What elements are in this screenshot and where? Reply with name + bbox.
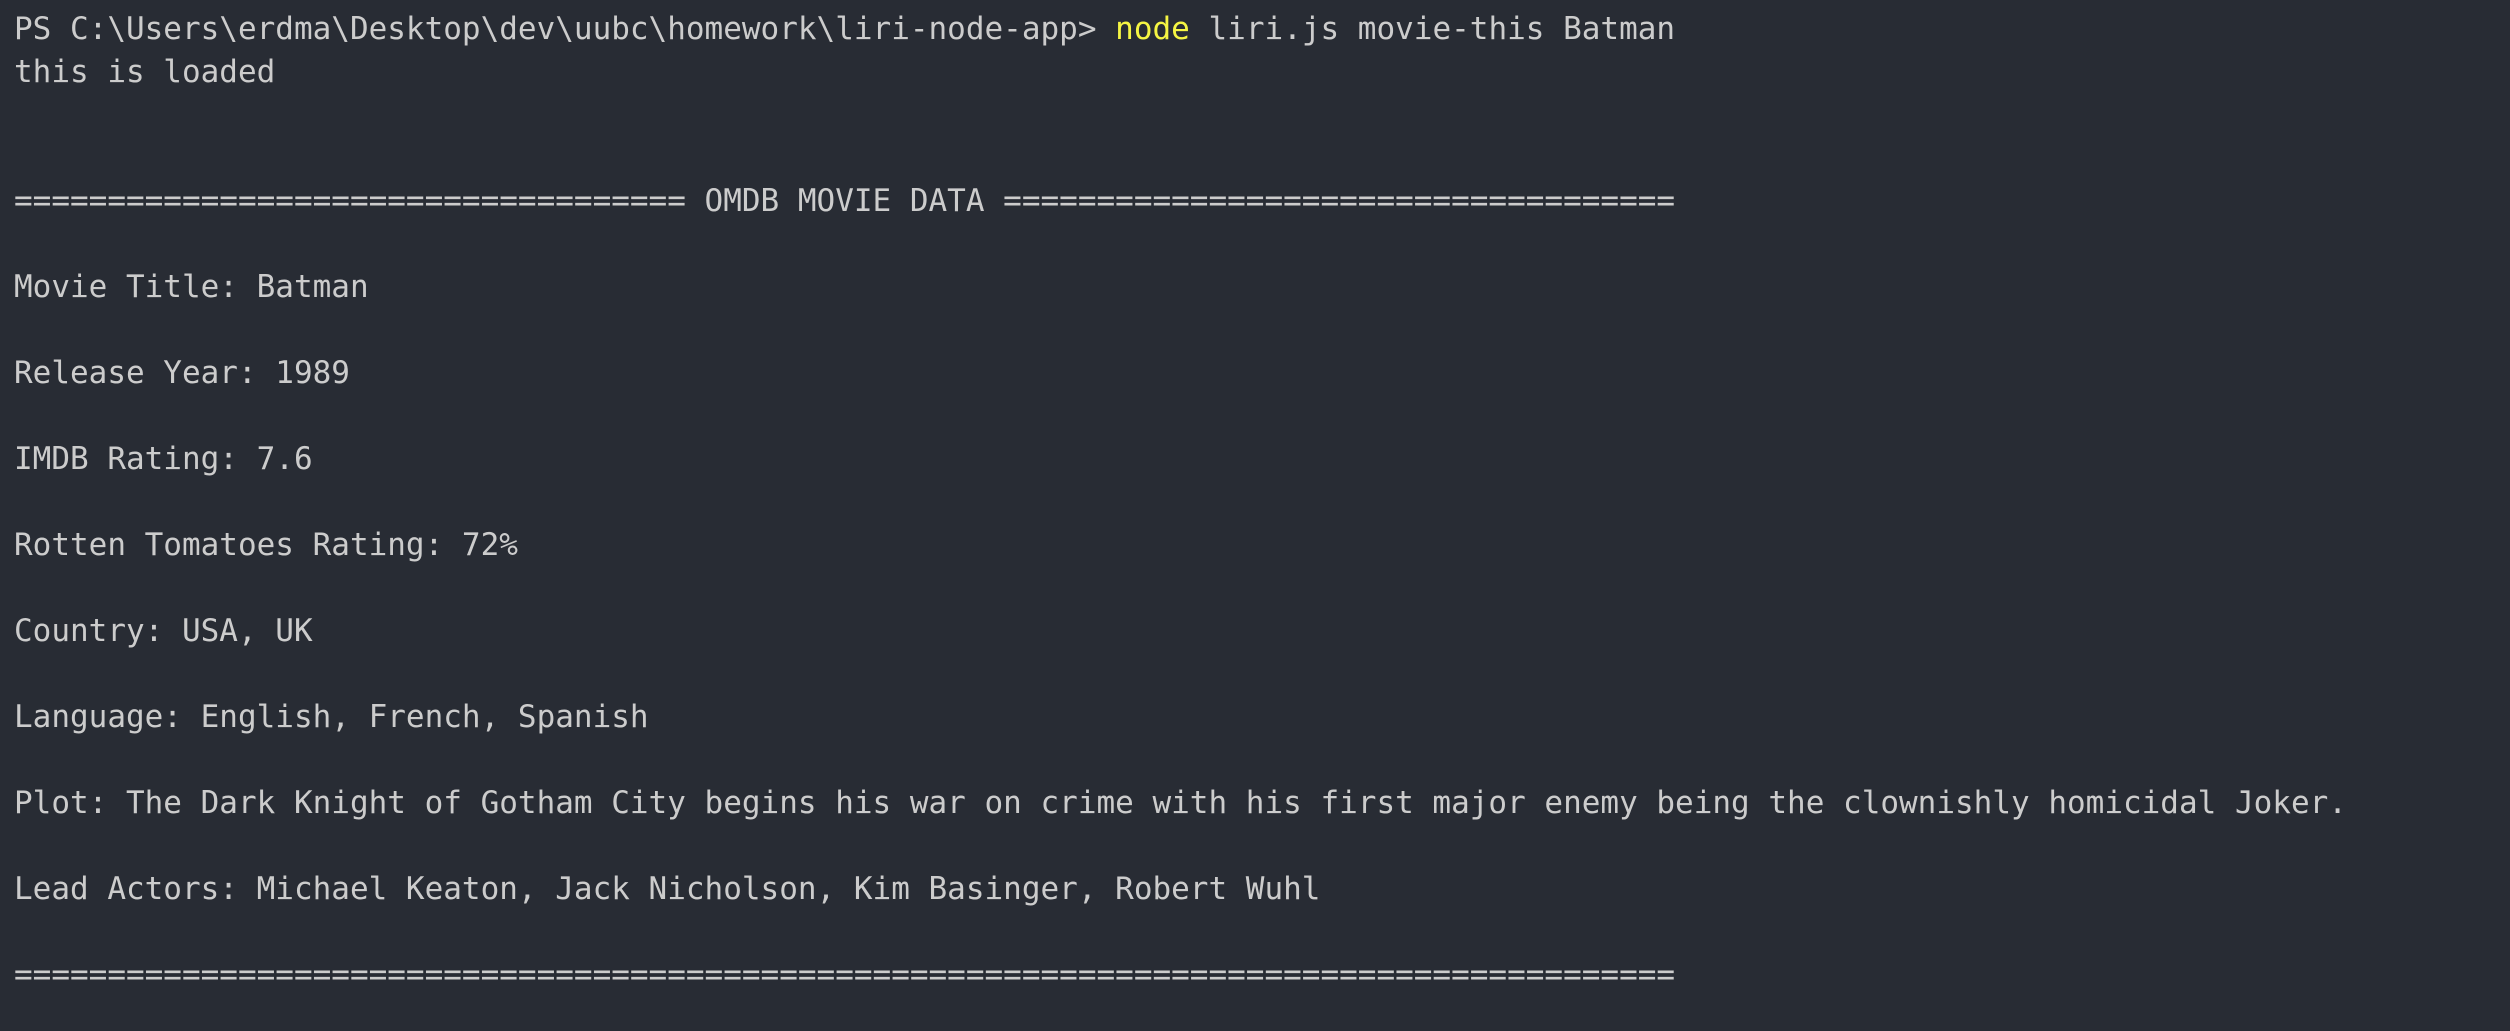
language: Language: English, French, Spanish (14, 699, 649, 735)
prompt-path: PS C:\Users\erdma\Desktop\dev\uubc\homew… (14, 11, 1097, 47)
release-year: Release Year: 1989 (14, 355, 350, 391)
omdb-header: ==================================== OMD… (14, 183, 1676, 219)
lead-actors: Lead Actors: Michael Keaton, Jack Nichol… (14, 871, 1321, 907)
prompt-line: PS C:\Users\erdma\Desktop\dev\uubc\homew… (14, 8, 2510, 51)
loaded-message: this is loaded (14, 54, 276, 90)
rotten-tomatoes-rating: Rotten Tomatoes Rating: 72% (14, 527, 518, 563)
imdb-rating: IMDB Rating: 7.6 (14, 441, 313, 477)
plot: Plot: The Dark Knight of Gotham City beg… (14, 785, 2347, 821)
movie-title: Movie Title: Batman (14, 269, 369, 305)
command-name: node (1115, 11, 1190, 47)
omdb-footer: ========================================… (14, 957, 1676, 993)
command-args: liri.js movie-this Batman (1208, 11, 1676, 47)
country: Country: USA, UK (14, 613, 313, 649)
terminal-window[interactable]: PS C:\Users\erdma\Desktop\dev\uubc\homew… (0, 0, 2510, 1031)
